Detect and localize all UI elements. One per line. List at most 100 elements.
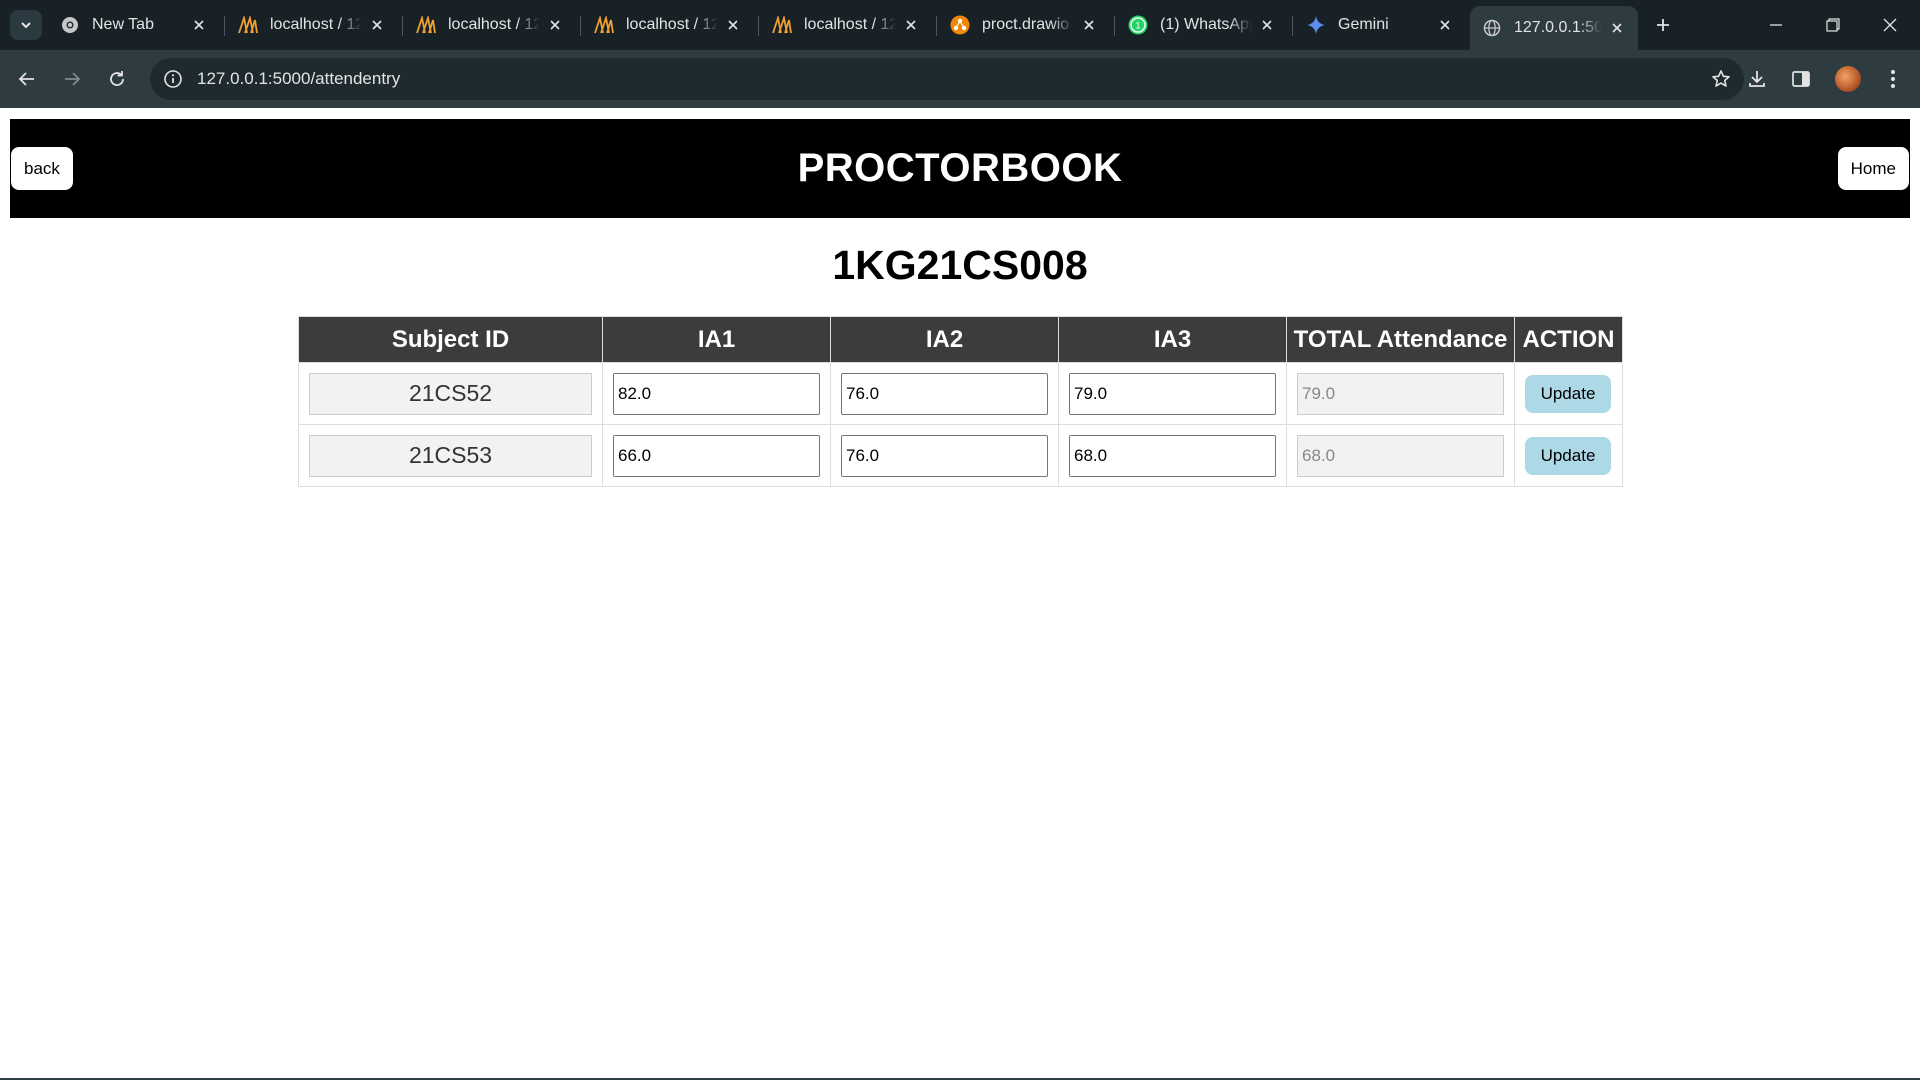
reload-button[interactable] bbox=[99, 61, 135, 97]
close-tab-icon[interactable] bbox=[1436, 16, 1454, 34]
phpmyadmin-icon bbox=[416, 15, 436, 35]
side-panel-button[interactable] bbox=[1783, 61, 1819, 97]
page-viewport: back PROCTORBOOK Home 1KG21CS008 Subject… bbox=[0, 108, 1920, 1078]
ia2-input[interactable] bbox=[841, 434, 1048, 477]
site-info-icon[interactable] bbox=[162, 68, 184, 90]
phpmyadmin-icon bbox=[238, 15, 258, 35]
close-window-button[interactable] bbox=[1862, 0, 1918, 50]
svg-text:1: 1 bbox=[1135, 21, 1140, 31]
close-tab-icon[interactable] bbox=[724, 16, 742, 34]
table-cell: 68.0 bbox=[1286, 424, 1515, 487]
table-cell bbox=[602, 362, 831, 425]
tab-search-button[interactable] bbox=[10, 10, 42, 40]
column-header-subject-id: Subject ID bbox=[298, 316, 603, 363]
restore-icon bbox=[1826, 18, 1840, 32]
column-header-total-attendance: TOTAL Attendance bbox=[1286, 316, 1515, 363]
ia1-input[interactable] bbox=[613, 434, 820, 477]
browser-tab[interactable]: proct.drawio bbox=[938, 7, 1110, 43]
site-title: PROCTORBOOK bbox=[797, 146, 1123, 190]
browser-tab-bar: New Tab localhost / 127.0.0.1 localhost … bbox=[0, 0, 1920, 50]
browser-tab[interactable]: localhost / 127.0.0.1 bbox=[760, 7, 932, 43]
tab-title: (1) WhatsApp bbox=[1160, 16, 1252, 33]
table-cell bbox=[1058, 362, 1287, 425]
browser-tab[interactable]: localhost / 127.0.0.1 bbox=[404, 7, 576, 43]
tab-title: localhost / 127.0.0.1 bbox=[448, 16, 540, 33]
browser-tab[interactable]: localhost / 127.0.0.1 bbox=[226, 7, 398, 43]
plus-icon bbox=[1657, 19, 1669, 31]
table-cell bbox=[830, 362, 1059, 425]
profile-avatar[interactable] bbox=[1830, 61, 1866, 97]
drawio-icon bbox=[950, 15, 970, 35]
menu-button[interactable] bbox=[1875, 61, 1911, 97]
address-bar[interactable]: 127.0.0.1:5000/attendentry bbox=[150, 58, 1744, 100]
more-vertical-icon bbox=[1891, 70, 1895, 88]
close-tab-icon[interactable] bbox=[368, 16, 386, 34]
tab-title: localhost / 127.0.0.1 bbox=[626, 16, 718, 33]
tab-title: New Tab bbox=[92, 16, 154, 33]
table-cell: 79.0 bbox=[1286, 362, 1515, 425]
tab-separator bbox=[580, 16, 581, 36]
site-header: back PROCTORBOOK Home bbox=[10, 119, 1910, 218]
close-tab-icon[interactable] bbox=[1080, 16, 1098, 34]
arrow-left-icon bbox=[18, 72, 34, 86]
table-row: 21CS53 68.0 Update bbox=[298, 424, 1623, 487]
chrome-icon bbox=[60, 15, 80, 35]
browser-tab[interactable]: Gemini bbox=[1294, 7, 1466, 43]
new-tab-button[interactable] bbox=[1648, 10, 1678, 40]
close-icon bbox=[1883, 18, 1897, 32]
close-tab-icon[interactable] bbox=[546, 16, 564, 34]
home-button[interactable]: Home bbox=[1837, 147, 1909, 190]
browser-toolbar: 127.0.0.1:5000/attendentry bbox=[0, 50, 1920, 108]
close-tab-icon[interactable] bbox=[1608, 19, 1626, 37]
tab-title: proct.drawio bbox=[982, 16, 1070, 33]
table-cell: 21CS53 bbox=[298, 424, 603, 487]
chevron-down-icon bbox=[21, 22, 31, 29]
minimize-button[interactable] bbox=[1748, 0, 1804, 50]
browser-tab-active[interactable]: 127.0.0.1:5000/attendentry bbox=[1470, 6, 1638, 50]
update-button[interactable]: Update bbox=[1525, 436, 1611, 475]
gemini-icon bbox=[1306, 15, 1326, 35]
ia1-input[interactable] bbox=[613, 372, 820, 415]
column-header-ia2: IA2 bbox=[830, 316, 1059, 363]
browser-tab[interactable]: 1 (1) WhatsApp bbox=[1116, 7, 1288, 43]
restore-button[interactable] bbox=[1805, 0, 1861, 50]
side-panel-icon bbox=[1792, 71, 1810, 87]
back-nav-button[interactable] bbox=[9, 61, 45, 97]
tab-title: Gemini bbox=[1338, 16, 1389, 33]
phpmyadmin-icon bbox=[594, 15, 614, 35]
tab-title: localhost / 127.0.0.1 bbox=[270, 16, 362, 33]
ia2-input[interactable] bbox=[841, 372, 1048, 415]
whatsapp-icon: 1 bbox=[1128, 15, 1148, 35]
column-header-ia3: IA3 bbox=[1058, 316, 1287, 363]
avatar-icon bbox=[1835, 66, 1861, 92]
tab-separator bbox=[936, 16, 937, 36]
table-row: 21CS52 79.0 Update bbox=[298, 362, 1623, 425]
url-text: 127.0.0.1:5000/attendentry bbox=[197, 69, 401, 88]
close-tab-icon[interactable] bbox=[1258, 16, 1276, 34]
tab-separator bbox=[402, 16, 403, 36]
table-cell: Update bbox=[1514, 362, 1623, 425]
update-button[interactable]: Update bbox=[1525, 374, 1611, 413]
ia3-input[interactable] bbox=[1069, 434, 1276, 477]
browser-tab[interactable]: localhost / 127.0.0.1 bbox=[582, 7, 754, 43]
subject-id-field: 21CS52 bbox=[309, 372, 592, 415]
table-cell bbox=[1058, 424, 1287, 487]
bookmark-star-icon[interactable] bbox=[1710, 68, 1732, 90]
subject-id-field: 21CS53 bbox=[309, 434, 592, 477]
browser-tab[interactable]: New Tab bbox=[48, 7, 220, 43]
tab-title: localhost / 127.0.0.1 bbox=[804, 16, 896, 33]
tab-separator bbox=[758, 16, 759, 36]
student-id-heading: 1KG21CS008 bbox=[832, 242, 1088, 288]
close-tab-icon[interactable] bbox=[902, 16, 920, 34]
total-attendance-field: 68.0 bbox=[1297, 434, 1504, 477]
close-tab-icon[interactable] bbox=[190, 16, 208, 34]
table-cell: 21CS52 bbox=[298, 362, 603, 425]
forward-nav-button[interactable] bbox=[54, 61, 90, 97]
ia3-input[interactable] bbox=[1069, 372, 1276, 415]
total-attendance-field: 79.0 bbox=[1297, 372, 1504, 415]
download-icon bbox=[1749, 71, 1765, 87]
attendance-table: Subject ID IA1 IA2 IA3 TOTAL Attendance … bbox=[298, 316, 1623, 487]
table-cell: Update bbox=[1514, 424, 1623, 487]
download-button[interactable] bbox=[1739, 61, 1775, 97]
minimize-icon bbox=[1770, 24, 1782, 26]
